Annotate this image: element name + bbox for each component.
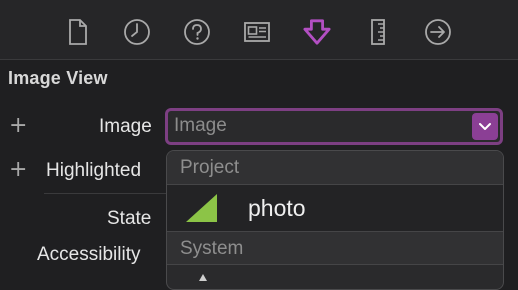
menu-item-label: photo <box>248 195 306 221</box>
menu-section-header: System <box>167 231 503 265</box>
menu-item-photo[interactable]: photo <box>167 185 503 231</box>
image-label: Image <box>99 116 152 137</box>
select-dropdown-button[interactable] <box>472 113 498 140</box>
image-dropdown-menu: Project photo System <box>166 150 504 290</box>
connections-icon[interactable] <box>424 18 452 46</box>
image-thumbnail-icon <box>186 194 217 222</box>
section-title: Image View <box>8 68 108 88</box>
file-icon[interactable] <box>64 18 92 46</box>
add-variation-icon[interactable]: + <box>9 159 27 181</box>
system-symbol-icon <box>199 274 207 281</box>
size-ruler-icon[interactable] <box>364 18 392 46</box>
identity-icon[interactable] <box>243 18 271 46</box>
state-label: State <box>107 208 152 229</box>
image-select[interactable]: Image <box>165 108 503 145</box>
row-divider <box>44 193 174 194</box>
highlighted-label: Highlighted <box>46 160 142 181</box>
help-icon[interactable] <box>183 18 211 46</box>
attributes-icon[interactable] <box>303 18 331 46</box>
image-select-placeholder: Image <box>174 115 227 136</box>
history-icon[interactable] <box>123 18 151 46</box>
section-header-system: System <box>180 238 244 259</box>
image-select-field[interactable]: Image <box>168 111 500 142</box>
chevron-down-icon <box>479 122 491 130</box>
section-header-project: Project <box>180 157 240 178</box>
inspector-toolbar <box>0 0 518 60</box>
accessibility-label: Accessibility <box>37 244 141 265</box>
menu-section-header: Project <box>167 151 503 185</box>
add-variation-icon[interactable]: + <box>9 115 27 137</box>
toolbar-divider <box>0 59 518 60</box>
